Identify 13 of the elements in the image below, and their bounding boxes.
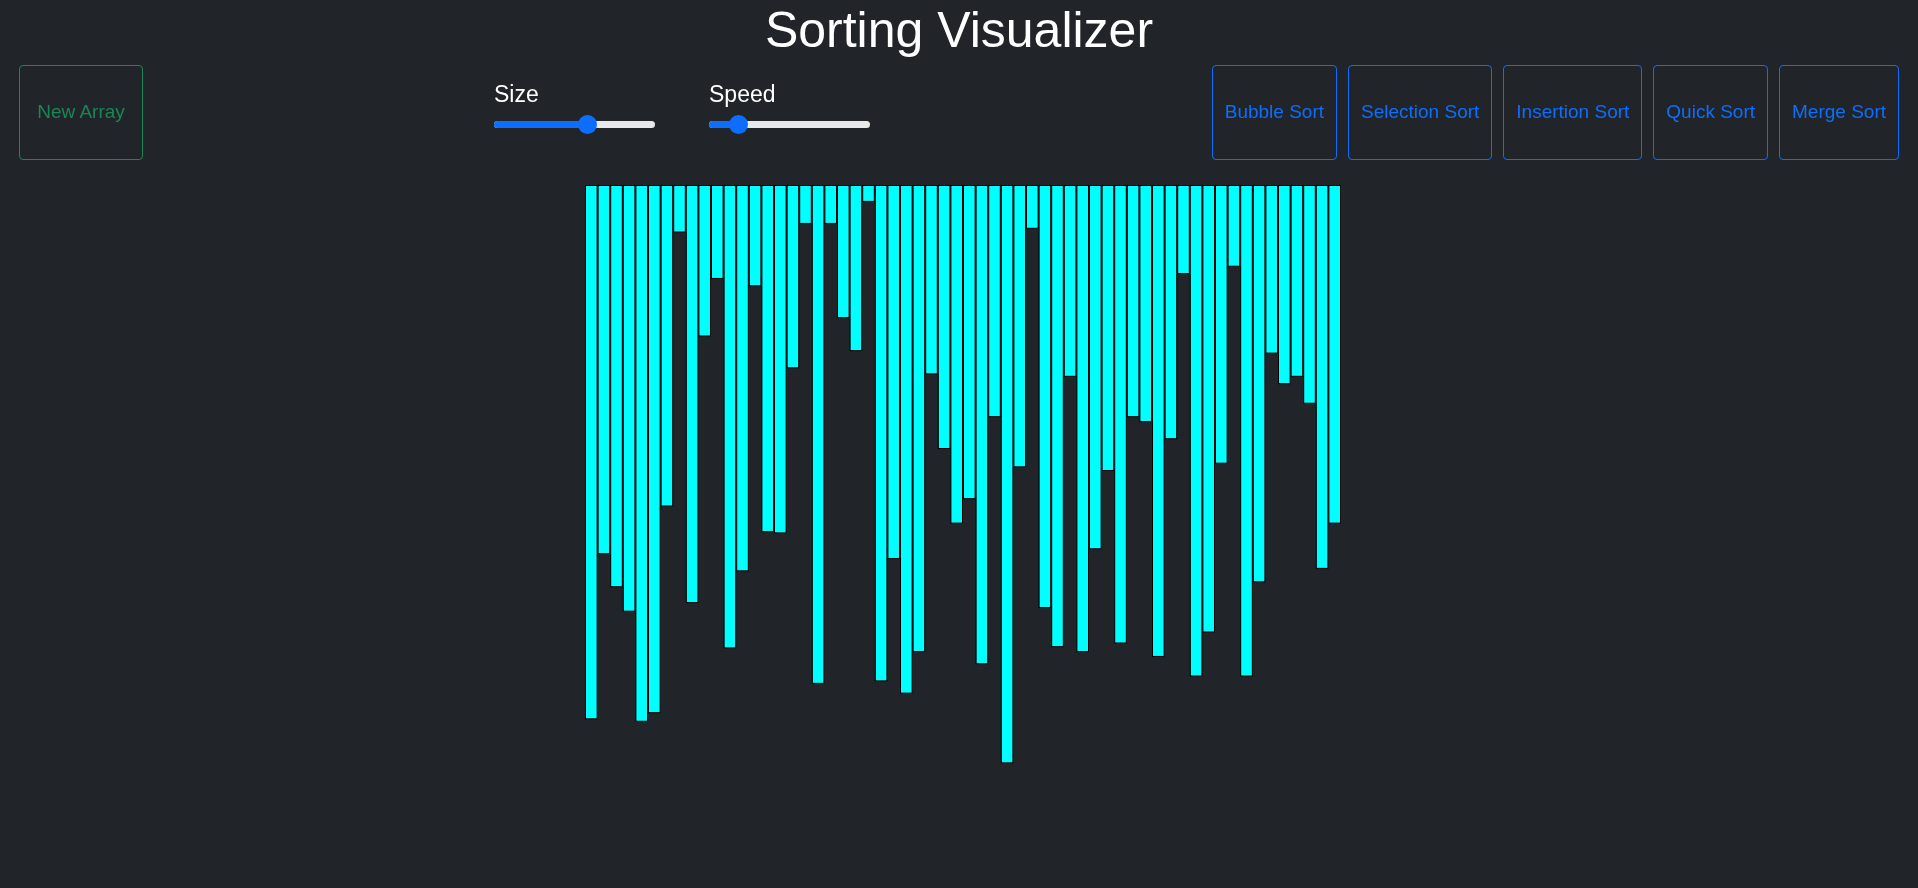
page-title: Sorting Visualizer <box>763 5 1155 55</box>
sort-button[interactable]: Insertion Sort <box>1503 65 1643 160</box>
sort-button[interactable]: Selection Sort <box>1348 65 1493 160</box>
slider-thumb[interactable] <box>728 115 748 134</box>
slider-thumb[interactable] <box>578 115 598 134</box>
sort-button[interactable]: Bubble Sort <box>1211 65 1337 160</box>
slider-label: Size <box>494 83 540 106</box>
sort-button[interactable]: Quick Sort <box>1653 65 1768 160</box>
new-array-button[interactable]: New Array <box>19 65 143 160</box>
sort-button[interactable]: Merge Sort <box>1779 65 1899 160</box>
range-slider[interactable] <box>494 114 655 134</box>
range-slider[interactable] <box>709 114 870 134</box>
slider-label: Speed <box>709 83 777 106</box>
